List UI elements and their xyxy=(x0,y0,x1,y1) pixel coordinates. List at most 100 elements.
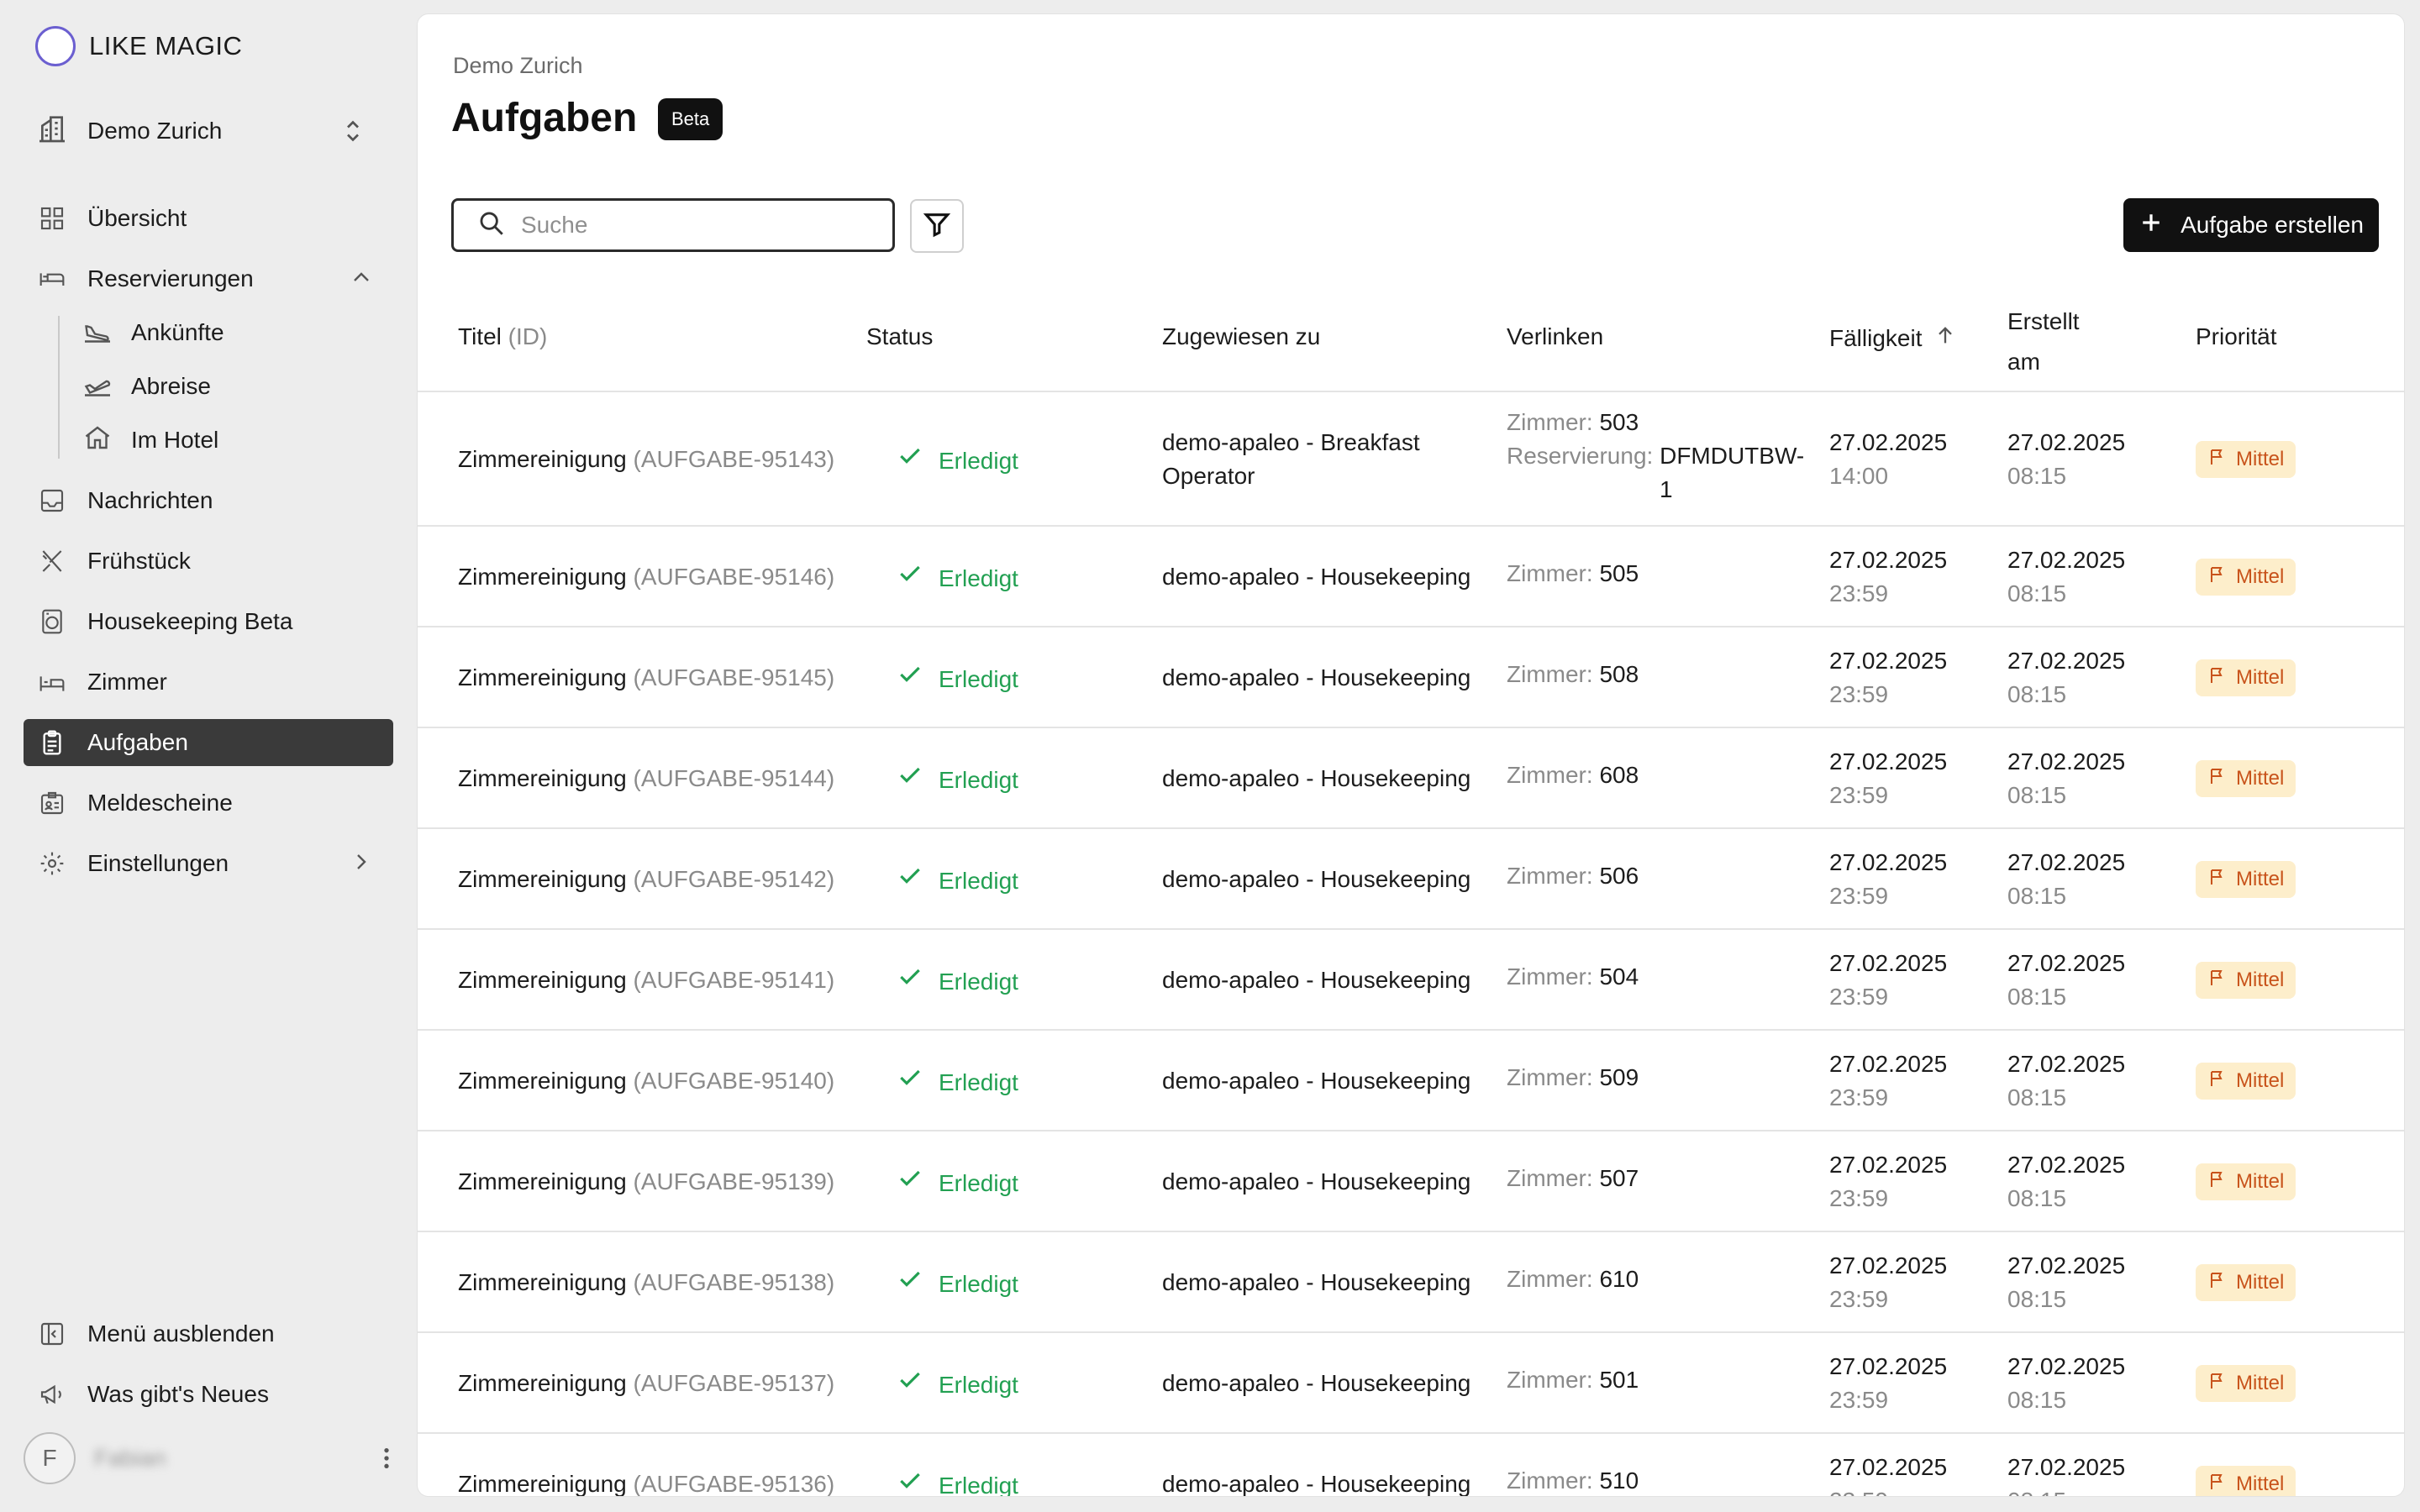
due-date-time: 23:59 xyxy=(1829,1484,1947,1496)
table-row[interactable]: Zimmereinigung (AUFGABE-95143) Erledigt de… xyxy=(418,392,2404,527)
linked-room[interactable]: Zimmer: 504 xyxy=(1507,960,1639,994)
sidebar-item-registration-forms[interactable]: Meldescheine xyxy=(24,780,393,827)
linked-room[interactable]: Zimmer: 508 xyxy=(1507,658,1639,691)
table-row[interactable]: Zimmereinigung (AUFGABE-95142) Erledigt de… xyxy=(418,829,2404,930)
due-date-day: 27.02.2025 xyxy=(1829,1152,1948,1178)
linked-room-number: 509 xyxy=(1599,1064,1639,1090)
linked-room[interactable]: Zimmer: 610 xyxy=(1507,1263,1639,1296)
sidebar-subitem-in-house[interactable]: Im Hotel xyxy=(81,418,383,462)
table-row[interactable]: Zimmereinigung (AUFGABE-95139) Erledigt de… xyxy=(418,1131,2404,1232)
search-input[interactable] xyxy=(521,212,874,239)
linked-reservation-label: Reservierung: xyxy=(1507,443,1654,469)
linked-room-number: 505 xyxy=(1599,560,1639,586)
task-title[interactable]: Zimmereinigung (AUFGABE-95140) xyxy=(458,1064,834,1098)
linked-room-number: 507 xyxy=(1599,1165,1639,1191)
due-date: 27.02.2025 23:59 xyxy=(1829,1350,1947,1417)
task-title[interactable]: Zimmereinigung (AUFGABE-95138) xyxy=(458,1266,834,1299)
whats-new-button[interactable]: Was gibt's Neues xyxy=(24,1371,393,1418)
logo-icon xyxy=(35,26,76,66)
task-title[interactable]: Zimmereinigung (AUFGABE-95143) xyxy=(458,443,834,476)
linked-room[interactable]: Zimmer: 501 xyxy=(1507,1363,1639,1397)
linked-room[interactable]: Zimmer: 506 xyxy=(1507,859,1639,893)
column-header-title[interactable]: Titel (ID) xyxy=(458,323,547,350)
task-title[interactable]: Zimmereinigung (AUFGABE-95139) xyxy=(458,1165,834,1199)
linked-room-number: 610 xyxy=(1599,1266,1639,1292)
created-date-day: 27.02.2025 xyxy=(2007,1353,2126,1379)
table-row[interactable]: Zimmereinigung (AUFGABE-95137) Erledigt de… xyxy=(418,1333,2404,1434)
user-profile[interactable]: F Fabian xyxy=(24,1431,393,1485)
task-title-text: Zimmereinigung xyxy=(458,1068,627,1094)
column-header-assigned[interactable]: Zugewiesen zu xyxy=(1162,323,1320,350)
collapse-menu-button[interactable]: Menü ausblenden xyxy=(24,1310,393,1357)
priority-badge: Mittel xyxy=(2196,659,2296,696)
due-date-time: 23:59 xyxy=(1829,1185,1889,1211)
due-date-day: 27.02.2025 xyxy=(1829,1252,1948,1278)
search-field[interactable] xyxy=(451,198,895,252)
sidebar-item-overview[interactable]: Übersicht xyxy=(24,195,393,242)
check-icon xyxy=(897,560,923,596)
task-title[interactable]: Zimmereinigung (AUFGABE-95144) xyxy=(458,762,834,795)
table-row[interactable]: Zimmereinigung (AUFGABE-95141) Erledigt de… xyxy=(418,930,2404,1031)
sidebar-subitem-departures[interactable]: Abreise xyxy=(81,365,383,408)
column-header-created[interactable]: Erstellt am xyxy=(2007,302,2080,382)
task-title[interactable]: Zimmereinigung (AUFGABE-95142) xyxy=(458,863,834,896)
table-row[interactable]: Zimmereinigung (AUFGABE-95140) Erledigt de… xyxy=(418,1031,2404,1131)
task-id: (AUFGABE-95145) xyxy=(633,664,835,690)
linked-room[interactable]: Zimmer: 608 xyxy=(1507,759,1639,792)
assigned-to: demo-apaleo - Housekeeping xyxy=(1162,1370,1471,1396)
due-date: 27.02.2025 23:59 xyxy=(1829,1451,1947,1496)
linked-reservation[interactable]: Reservierung: DFMDUTBW- xyxy=(1507,439,1809,473)
table-row[interactable]: Zimmereinigung (AUFGABE-95138) Erledigt de… xyxy=(418,1232,2404,1333)
filter-button[interactable] xyxy=(910,199,964,253)
priority-badge: Mittel xyxy=(2196,861,2296,898)
sidebar-item-breakfast[interactable]: Frühstück xyxy=(24,538,393,585)
linked-room-number: 608 xyxy=(1599,762,1639,788)
task-title[interactable]: Zimmereinigung (AUFGABE-95141) xyxy=(458,963,834,997)
task-title[interactable]: Zimmereinigung (AUFGABE-95145) xyxy=(458,661,834,695)
linked-room-label: Zimmer: xyxy=(1507,409,1593,435)
column-header-status[interactable]: Status xyxy=(866,323,933,350)
status-badge: Erledigt xyxy=(897,560,1018,596)
table-row[interactable]: Zimmereinigung (AUFGABE-95136) Erledigt de… xyxy=(418,1434,2404,1496)
task-title[interactable]: Zimmereinigung (AUFGABE-95137) xyxy=(458,1367,834,1400)
sidebar-subitem-arrivals[interactable]: Ankünfte xyxy=(81,311,383,354)
task-id: (AUFGABE-95141) xyxy=(633,967,835,993)
due-date: 27.02.2025 23:59 xyxy=(1829,1148,1947,1215)
linked-reservation-id: DFMDUTBW- xyxy=(1660,443,1805,469)
task-id: (AUFGABE-95146) xyxy=(633,564,835,590)
washing-machine-icon xyxy=(37,606,67,637)
created-date: 27.02.2025 08:15 xyxy=(2007,543,2125,611)
brand[interactable]: LIKE MAGIC xyxy=(35,25,242,67)
table-row[interactable]: Zimmereinigung (AUFGABE-95144) Erledigt de… xyxy=(418,728,2404,829)
table-row[interactable]: Zimmereinigung (AUFGABE-95145) Erledigt de… xyxy=(418,627,2404,728)
table-row[interactable]: Zimmereinigung (AUFGABE-95146) Erledigt de… xyxy=(418,527,2404,627)
breadcrumb[interactable]: Demo Zurich xyxy=(453,53,583,79)
linked-room[interactable]: Zimmer: 507 xyxy=(1507,1162,1639,1195)
more-vertical-icon[interactable] xyxy=(380,1445,393,1476)
search-icon xyxy=(477,209,506,242)
column-header-due[interactable]: Fälligkeit xyxy=(1829,323,1957,353)
linked-room[interactable]: Zimmer: 505 xyxy=(1507,557,1639,591)
column-header-links[interactable]: Verlinken xyxy=(1507,323,1603,350)
sidebar-item-rooms[interactable]: Zimmer xyxy=(24,659,393,706)
column-header-priority[interactable]: Priorität xyxy=(2196,323,2276,350)
assigned-to-line2: Operator xyxy=(1162,463,1255,489)
linked-room[interactable]: Zimmer: 510 xyxy=(1507,1464,1639,1496)
hotel-switcher[interactable]: Demo Zurich xyxy=(35,108,380,155)
linked-room-label: Zimmer: xyxy=(1507,1064,1593,1090)
column-header-due-label: Fälligkeit xyxy=(1829,324,1923,351)
task-title[interactable]: Zimmereinigung (AUFGABE-95146) xyxy=(458,560,834,594)
create-task-button[interactable]: Aufgabe erstellen xyxy=(2123,198,2379,252)
sidebar-item-reservations[interactable]: Reservierungen xyxy=(24,255,393,302)
sidebar-item-label: Übersicht xyxy=(87,205,187,231)
sidebar-item-tasks[interactable]: Aufgaben xyxy=(24,719,393,766)
linked-room[interactable]: Zimmer: 503 xyxy=(1507,406,1639,439)
sidebar-item-messages[interactable]: Nachrichten xyxy=(24,477,393,524)
due-date-day: 27.02.2025 xyxy=(1829,648,1948,674)
column-header-created-line1: Erstellt xyxy=(2007,308,2080,334)
sidebar-item-housekeeping[interactable]: Housekeeping Beta xyxy=(24,598,393,645)
sidebar-item-settings[interactable]: Einstellungen xyxy=(24,840,393,887)
linked-room[interactable]: Zimmer: 509 xyxy=(1507,1061,1639,1095)
linked-room-number: 506 xyxy=(1599,863,1639,889)
task-title[interactable]: Zimmereinigung (AUFGABE-95136) xyxy=(458,1467,834,1496)
